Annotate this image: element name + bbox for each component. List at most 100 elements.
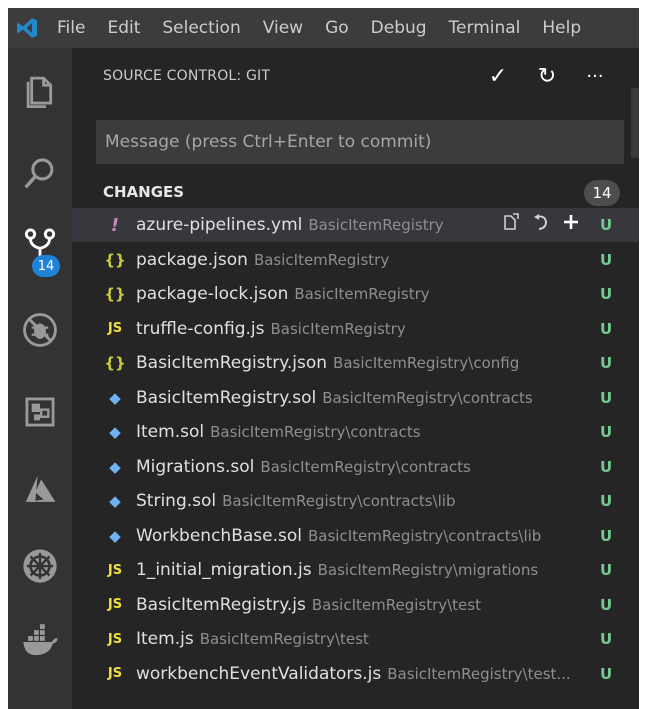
docker-icon[interactable] (8, 614, 72, 670)
status-untracked: U (600, 388, 613, 407)
file-label: 1_initial_migration.js BasicItemRegistry\… (136, 560, 538, 580)
sol-file-icon: ◆ (109, 388, 121, 407)
open-file-icon[interactable] (500, 212, 522, 238)
file-label: Item.js BasicItemRegistry\test (136, 629, 369, 649)
change-item[interactable]: ◆ BasicItemRegistry.sol BasicItemRegistry\… (72, 381, 639, 415)
commit-message-input[interactable]: Message (press Ctrl+Enter to commit) (96, 120, 624, 164)
file-name: Migrations.sol (136, 456, 255, 477)
sol-file-icon: ◆ (109, 423, 121, 441)
menu-file[interactable]: File (46, 8, 96, 48)
changes-header[interactable]: CHANGES (103, 183, 184, 201)
more-actions-icon[interactable]: ··· (582, 64, 608, 90)
file-path: BasicItemRegistry (253, 250, 390, 269)
change-item[interactable]: {} BasicItemRegistry.json BasicItemRegistr… (72, 346, 639, 380)
js-file-icon: JS (107, 631, 123, 647)
sol-file-icon: ◆ (109, 492, 121, 510)
file-path: BasicItemRegistry\test... (387, 664, 571, 683)
js-file-icon: JS (107, 597, 123, 612)
json-file-icon: {} (104, 250, 126, 269)
change-item[interactable]: JS truffle-config.js BasicItemRegistry U (72, 312, 639, 346)
commit-check-icon[interactable]: ✓ (485, 64, 511, 90)
status-untracked: U (600, 354, 613, 372)
refresh-icon[interactable]: ↻ (534, 64, 560, 90)
change-item[interactable]: JS 1_initial_migration.js BasicItemRegistr… (72, 553, 639, 587)
menu-edit[interactable]: Edit (96, 8, 151, 48)
status-untracked: U (600, 630, 613, 648)
change-item[interactable]: {} package-lock.json BasicItemRegistry U (72, 277, 639, 311)
file-path: BasicItemRegistry\contracts (322, 388, 533, 407)
status-untracked: U (600, 561, 613, 579)
status-untracked: U (600, 492, 613, 510)
file-label: azure-pipelines.yml BasicItemRegistry (136, 215, 444, 235)
debug-icon[interactable] (8, 302, 72, 358)
file-name: package-lock.json (136, 284, 289, 304)
status-untracked: U (600, 216, 613, 234)
file-path: BasicItemRegistry (270, 319, 406, 338)
change-item[interactable]: JS workbenchEventValidators.js BasicItemRe… (72, 657, 639, 691)
change-item[interactable]: ◆ Item.sol BasicItemRegistry\contracts U (72, 415, 639, 449)
menu-help[interactable]: Help (531, 8, 592, 48)
file-label: truffle-config.js BasicItemRegistry (136, 319, 406, 339)
file-label: package-lock.json BasicItemRegistry (136, 284, 430, 304)
status-untracked: U (600, 319, 613, 338)
js-file-icon: JS (107, 562, 123, 578)
status-untracked: U (600, 250, 613, 269)
menu-debug[interactable]: Debug (360, 8, 438, 48)
change-item[interactable]: JS Item.js BasicItemRegistry\test U (72, 622, 639, 656)
status-untracked: U (600, 285, 613, 303)
yaml-file-icon: ! (110, 214, 120, 236)
menu-view[interactable]: View (252, 8, 314, 48)
file-path: BasicItemRegistry (294, 285, 430, 303)
file-name: Item.sol (136, 422, 205, 442)
activity-bar: 14 (8, 48, 72, 709)
file-label: BasicItemRegistry.json BasicItemRegistry\… (136, 353, 519, 373)
change-item[interactable]: JS BasicItemRegistry.js BasicItemRegistry\… (72, 588, 639, 622)
file-path: BasicItemRegistry\contracts (260, 457, 471, 476)
file-label: package.json BasicItemRegistry (136, 250, 389, 270)
json-file-icon: {} (104, 285, 126, 303)
menu-go[interactable]: Go (314, 8, 360, 48)
js-file-icon: JS (107, 321, 123, 336)
change-item[interactable]: ◆ Migrations.sol BasicItemRegistry\contrac… (72, 450, 639, 484)
file-name: azure-pipelines.yml (136, 215, 303, 235)
file-name: BasicItemRegistry.js (136, 594, 306, 615)
scm-badge: 14 (32, 255, 60, 277)
changes-count-badge: 14 (584, 180, 620, 206)
status-untracked: U (600, 423, 613, 441)
sol-file-icon: ◆ (109, 457, 121, 476)
explorer-icon[interactable] (8, 62, 72, 118)
change-item[interactable]: ◆ WorkbenchBase.sol BasicItemRegistry\cont… (72, 519, 639, 553)
menu-items: File Edit Selection View Go Debug Terminal Help (46, 8, 592, 48)
change-item[interactable]: ◆ String.sol BasicItemRegistry\contracts\l… (72, 484, 639, 518)
status-untracked: U (600, 664, 613, 683)
file-label: Migrations.sol BasicItemRegistry\contract… (136, 457, 471, 477)
vscode-logo-icon[interactable] (8, 8, 46, 48)
change-item[interactable]: ! azure-pipelines.yml BasicItemRegistry U (72, 208, 639, 242)
file-name: WorkbenchBase.sol (136, 525, 302, 546)
file-path: BasicItemRegistry\contracts (210, 423, 421, 441)
discard-changes-icon[interactable] (530, 212, 552, 238)
file-name: workbenchEventValidators.js (136, 663, 382, 684)
change-item[interactable]: {} package.json BasicItemRegistry U (72, 243, 639, 277)
stage-changes-icon[interactable] (560, 212, 582, 238)
file-name: 1_initial_migration.js (136, 560, 312, 580)
azure-icon[interactable] (8, 462, 72, 518)
file-label: WorkbenchBase.sol BasicItemRegistry\contr… (136, 526, 541, 546)
menu-terminal[interactable]: Terminal (438, 8, 532, 48)
file-name: BasicItemRegistry.json (136, 353, 328, 373)
search-icon[interactable] (8, 145, 72, 201)
status-untracked: U (600, 526, 613, 545)
panel-header: SOURCE CONTROL: GIT ✓ ↻ ··· (72, 48, 631, 104)
kubernetes-icon[interactable] (8, 538, 72, 594)
extensions-icon[interactable] (8, 384, 72, 440)
menu-selection[interactable]: Selection (151, 8, 251, 48)
status-untracked: U (600, 457, 613, 476)
scrollbar[interactable] (631, 88, 639, 158)
file-name: package.json (136, 249, 248, 270)
file-label: BasicItemRegistry.sol BasicItemRegistry\c… (136, 388, 533, 408)
file-label: workbenchEventValidators.js BasicItemRegi… (136, 664, 571, 684)
js-file-icon: JS (107, 666, 123, 681)
json-file-icon: {} (104, 354, 126, 372)
panel-title: SOURCE CONTROL: GIT (103, 68, 271, 84)
file-name: BasicItemRegistry.sol (136, 387, 317, 408)
